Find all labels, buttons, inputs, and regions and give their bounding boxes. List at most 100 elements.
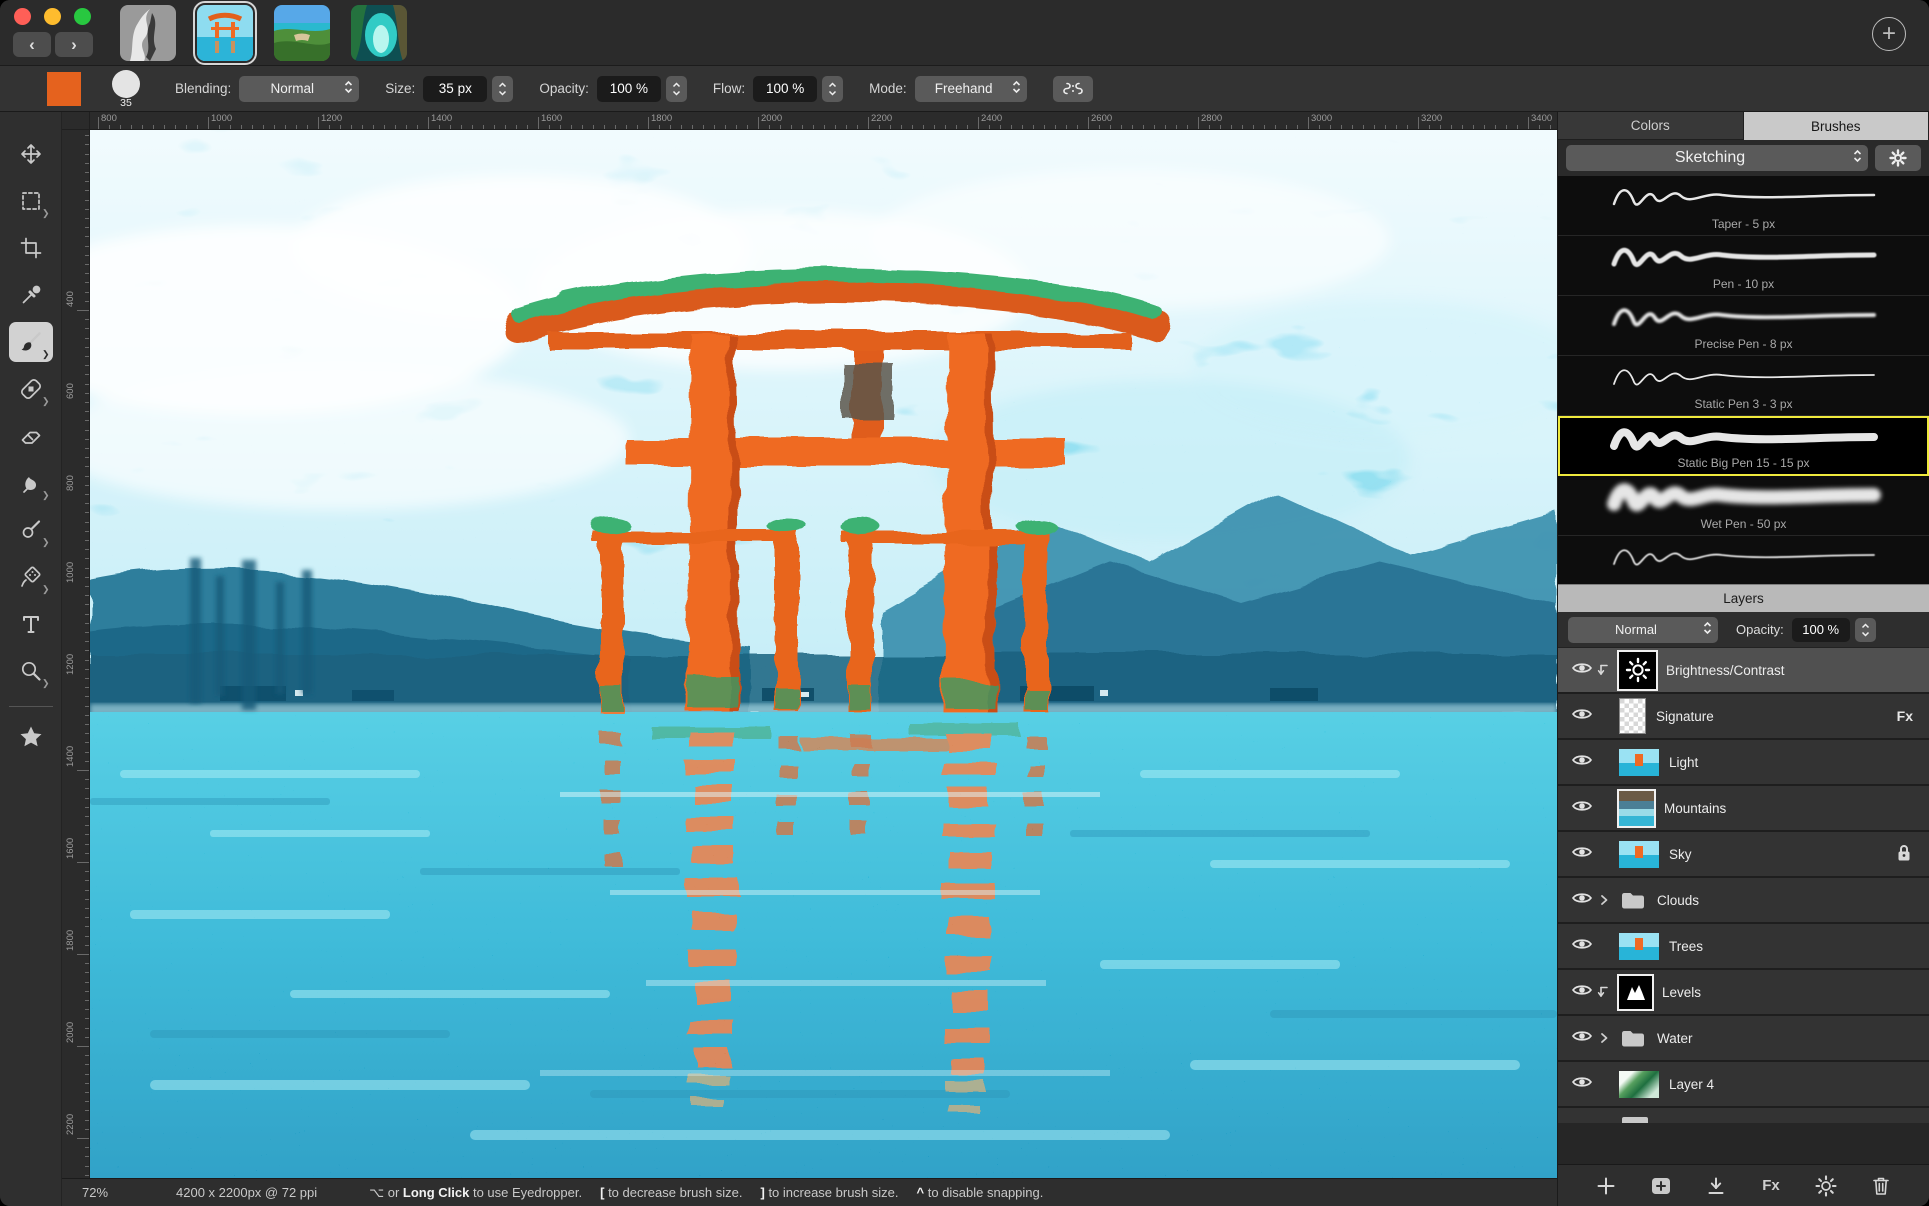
adjustment-thumbnail[interactable] [1619,652,1656,689]
hruler-label: 3000 [1311,113,1332,124]
brush-item-precise-pen[interactable]: Precise Pen - 8 px [1558,296,1929,356]
expand-chevron-icon[interactable] [1593,893,1615,907]
active-color-swatch[interactable] [47,72,81,106]
close-window-button[interactable] [14,8,31,25]
layer-row-levels[interactable]: Levels [1558,970,1929,1016]
favourites-tool[interactable] [9,717,53,757]
layer-thumbnail[interactable] [1619,933,1659,960]
layer-name: Trees [1669,939,1929,954]
layer-visibility-eye-icon[interactable] [1571,660,1593,681]
flood-fill-tool[interactable]: ❯ [9,557,53,597]
marquee-select-tool[interactable]: ❯ [9,181,53,221]
mode-dropdown[interactable]: Freehand [915,76,1027,102]
layer-opacity-input[interactable]: 100 % [1792,618,1850,642]
opacity-stepper[interactable] [666,76,687,102]
brush-item-static-pen-3[interactable]: Static Pen 3 - 3 px [1558,356,1929,416]
adjustment-button[interactable] [1813,1171,1839,1201]
layer-thumbnail[interactable] [1619,698,1646,734]
eraser-tool[interactable] [9,416,53,456]
layer-visibility-eye-icon[interactable] [1571,798,1593,819]
history-forward-button[interactable]: › [55,32,93,57]
brush-item-static-big-pen-15[interactable]: Static Big Pen 15 - 15 px [1558,416,1929,476]
layer-row-trees[interactable]: Trees [1558,924,1929,970]
layer-visibility-eye-icon[interactable] [1571,890,1593,911]
folder-icon[interactable] [1619,1027,1647,1049]
history-back-button[interactable]: ‹ [13,32,51,57]
zoom-tool[interactable]: ❯ [9,651,53,691]
brush-item-taper[interactable]: Taper - 5 px [1558,176,1929,236]
text-tool[interactable] [9,604,53,644]
expand-chevron-icon[interactable] [1593,1031,1615,1045]
add-mask-button[interactable] [1703,1176,1729,1196]
fx-button[interactable]: Fx [1758,1177,1784,1194]
dodge-burn-tool[interactable]: ❯ [9,510,53,550]
layer-visibility-eye-icon[interactable] [1571,706,1593,727]
size-label: Size: [385,81,415,96]
layer-opacity-stepper[interactable] [1855,618,1876,642]
tab-colors[interactable]: Colors [1558,112,1744,140]
layer-fx-badge[interactable]: Fx [1897,708,1913,724]
layer-row-sky[interactable]: Sky [1558,832,1929,878]
brush-item-pen[interactable]: Pen - 10 px [1558,236,1929,296]
document-canvas[interactable] [90,130,1557,1178]
brush-stabilizer-button[interactable] [1053,76,1093,102]
tab-brushes[interactable]: Brushes [1744,112,1929,140]
layer-row-signature[interactable]: SignatureFx [1558,694,1929,740]
layer-visibility-eye-icon[interactable] [1571,752,1593,773]
layer-row-clouds[interactable]: Clouds [1558,878,1929,924]
waterfall-thumbnail[interactable] [351,5,407,61]
layer-thumbnail[interactable] [1619,749,1659,776]
add-layer-button[interactable] [1593,1175,1619,1197]
layer-visibility-eye-icon[interactable] [1571,844,1593,865]
crop-tool[interactable] [9,228,53,268]
layer-thumbnail[interactable] [1619,1071,1659,1098]
opacity-input[interactable]: 100 % [597,76,661,102]
minimize-window-button[interactable] [44,8,61,25]
vruler-label: 2200 [65,1114,76,1135]
shortcut-hint: ] to increase brush size. [760,1185,898,1201]
document-dimensions: 4200 x 2200px @ 72 ppi [176,1185,317,1200]
figure-sketch-thumbnail[interactable] [120,5,176,61]
layer-name: Water [1657,1031,1929,1046]
size-stepper[interactable] [492,76,513,102]
brush-item-wet-pen[interactable]: Wet Pen - 50 px [1558,476,1929,536]
layer-thumbnail[interactable] [1619,841,1659,868]
healing-tool[interactable]: ❯ [9,369,53,409]
brush-item-partial[interactable] [1558,536,1929,584]
new-document-icon[interactable]: + [1872,17,1906,51]
folder-icon[interactable] [1619,889,1647,911]
layer-thumbnail[interactable] [1619,791,1654,826]
maximize-window-button[interactable] [74,8,91,25]
paint-brush-tool[interactable]: ❯ [9,322,53,362]
layer-visibility-eye-icon[interactable] [1571,982,1593,1003]
layer-visibility-eye-icon[interactable] [1571,936,1593,957]
beach-landscape-thumbnail[interactable] [274,5,330,61]
layer-name: Sky [1669,847,1895,862]
layer-visibility-eye-icon[interactable] [1571,1074,1593,1095]
layer-row-water[interactable]: Water [1558,1016,1929,1062]
layer-row-light[interactable]: Light [1558,740,1929,786]
layer-row-partial[interactable] [1558,1108,1929,1123]
smudge-tool[interactable]: ❯ [9,463,53,503]
flow-stepper[interactable] [822,76,843,102]
hruler-label: 2000 [761,113,782,124]
layer-blend-mode-dropdown[interactable]: Normal [1568,617,1718,643]
brush-settings-button[interactable] [1875,145,1921,171]
size-input[interactable]: 35 px [423,76,487,102]
layer-visibility-eye-icon[interactable] [1571,1028,1593,1049]
layer-row-brightness-contrast[interactable]: Brightness/Contrast [1558,648,1929,694]
add-group-button[interactable] [1648,1176,1674,1196]
flow-input[interactable]: 100 % [753,76,817,102]
move-tool[interactable] [9,134,53,174]
layer-name: Mountains [1664,801,1929,816]
adjustment-thumbnail[interactable] [1619,976,1652,1009]
layer-row-mountains[interactable]: Mountains [1558,786,1929,832]
layer-row-layer-4[interactable]: Layer 4 [1558,1062,1929,1108]
eyedropper-tool[interactable] [9,275,53,315]
delete-layer-button[interactable] [1868,1175,1894,1197]
torii-painting-thumbnail[interactable] [197,5,253,61]
brush-size-preview: 35 [103,70,149,108]
blending-dropdown[interactable]: Normal [239,76,359,102]
brush-category-dropdown[interactable]: Sketching [1566,145,1868,171]
layer-lock-icon[interactable] [1895,843,1913,866]
